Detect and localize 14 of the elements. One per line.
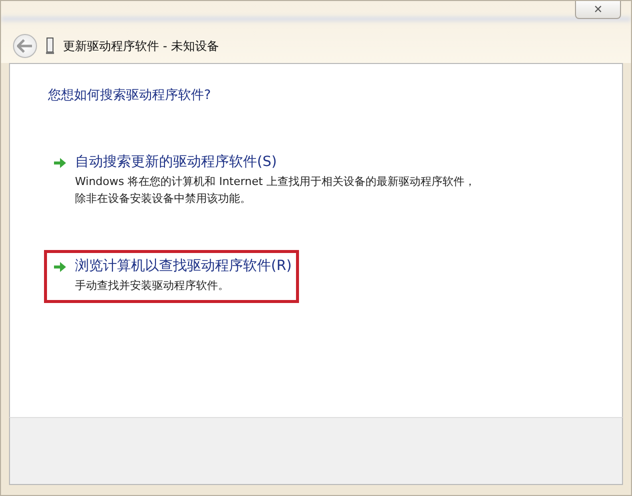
arrow-icon [53,261,67,273]
option-link[interactable]: 浏览计算机以查找驱动程序软件(R) 手动查找并安装驱动程序软件。 [44,250,299,303]
dialog-heading: 您想如何搜索驱动程序软件? [48,87,212,104]
option-title: 自动搜索更新的驱动程序软件(S) [75,153,278,171]
back-button[interactable] [13,34,37,58]
arrow-icon [53,157,67,169]
option-description: Windows 将在您的计算机和 Internet 上查找用于相关设备的最新驱动程序软件，除非在设备安装设备中禁用该功能。 [75,174,476,207]
back-arrow-icon [17,39,33,53]
device-icon [45,37,55,55]
window-title: 更新驱动程序软件 - 未知设备 [63,38,219,54]
option-description: 手动查找并安装驱动程序软件。 [75,278,230,294]
option-title: 浏览计算机以查找驱动程序软件(R) [75,257,292,275]
close-button[interactable]: ✕ [575,1,621,19]
option-link[interactable]: 自动搜索更新的驱动程序软件(S) Windows 将在您的计算机和 Internet 上查找用于相关设备的最新驱动程序软件，除非在设备安装设备中禁用该功能。 [44,146,584,216]
